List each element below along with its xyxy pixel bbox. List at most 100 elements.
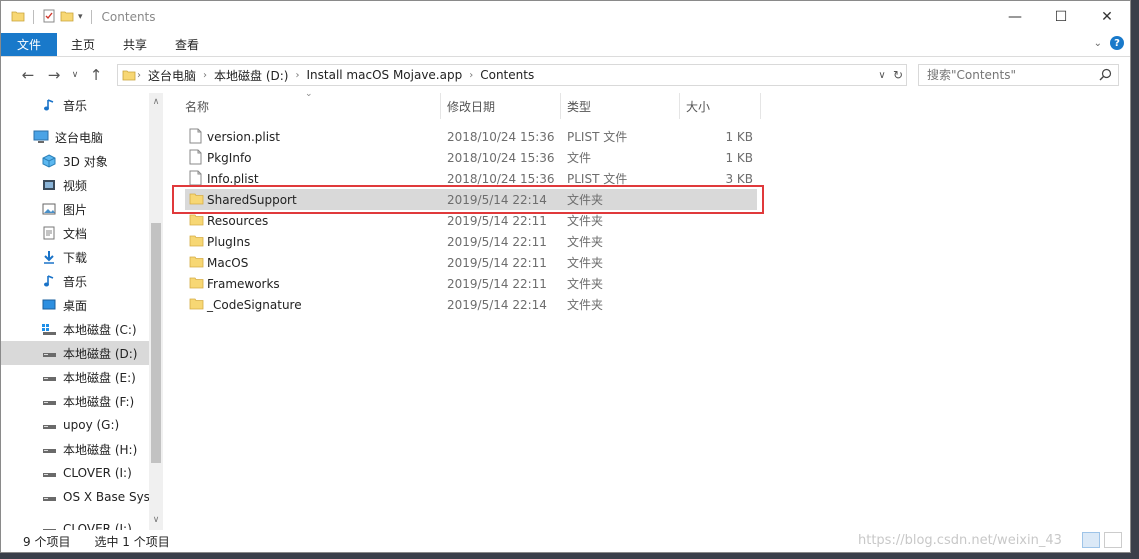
sidebar-item-3d[interactable]: 3D 对象 — [1, 149, 149, 173]
tab-share[interactable]: 共享 — [109, 33, 161, 56]
sidebar-item-item-3[interactable]: 视频 — [1, 173, 149, 197]
help-icon[interactable]: ? — [1110, 36, 1124, 50]
file-type: PLIST 文件 — [567, 130, 628, 144]
scroll-down-icon[interactable]: ∨ — [149, 513, 163, 527]
customize-toolbar-icon[interactable]: ▾ — [78, 12, 83, 22]
maximize-button[interactable]: ☐ — [1038, 1, 1084, 33]
file-date: 2018/10/24 15:36 — [447, 171, 555, 186]
column-divider[interactable] — [760, 93, 761, 119]
cube-icon — [41, 153, 57, 169]
up-icon[interactable]: ↑ — [83, 62, 109, 88]
breadcrumb-drive-d[interactable]: 本地磁盘 (D:) — [208, 67, 294, 84]
file-row[interactable]: Frameworks 2019/5/14 22:11 文件夹 — [185, 273, 757, 294]
sidebar-scrollbar[interactable]: ∧ ∨ — [149, 93, 163, 530]
new-folder-icon[interactable] — [60, 9, 74, 26]
file-type: 文件夹 — [567, 235, 604, 249]
search-input[interactable] — [927, 68, 1097, 82]
back-icon[interactable]: ← — [15, 62, 41, 88]
column-divider[interactable] — [440, 93, 441, 119]
file-row[interactable]: MacOS 2019/5/14 22:11 文件夹 — [185, 252, 757, 273]
folder-icon — [189, 296, 204, 314]
minimize-button[interactable]: — — [992, 1, 1038, 33]
column-header-name[interactable]: 名称 — [185, 93, 209, 119]
file-list: ⌄ 名称 修改日期 类型 大小 version.plist 2018/10/24 … — [171, 89, 1121, 530]
file-type: 文件 — [567, 151, 592, 165]
file-date: 2019/5/14 22:14 — [447, 297, 547, 312]
sidebar-item-c[interactable]: 本地磁盘 (C:) — [1, 317, 149, 341]
sidebar-item-e[interactable]: 本地磁盘 (E:) — [1, 365, 149, 389]
address-bar-controls: ∨ ↻ — [874, 65, 906, 85]
file-name: Info.plist — [207, 171, 259, 186]
address-bar[interactable]: › 这台电脑 › 本地磁盘 (D:) › Install macOS Mojav… — [117, 64, 907, 86]
sidebar-item-f[interactable]: 本地磁盘 (F:) — [1, 389, 149, 413]
selection-count: 选中 1 个项目 — [94, 534, 170, 549]
recent-locations-icon[interactable]: ∨ — [67, 62, 83, 88]
sidebar-item-item-6[interactable]: 下载 — [1, 245, 149, 269]
quick-access-toolbar: ▾ — [1, 9, 96, 26]
file-row[interactable]: _CodeSignature 2019/5/14 22:14 文件夹 — [185, 294, 757, 315]
view-switcher — [1082, 532, 1122, 548]
sidebar-item-label: 音乐 — [63, 98, 88, 113]
sidebar-item-item-0[interactable]: 音乐 — [1, 93, 149, 117]
sidebar-item-h[interactable]: 本地磁盘 (H:) — [1, 437, 149, 461]
file-row[interactable]: version.plist 2018/10/24 15:36 PLIST 文件 1 K… — [185, 126, 757, 147]
title-bar: ▾ Contents — ☐ ✕ — [1, 1, 1130, 33]
item-count: 9 个项目 — [23, 534, 71, 549]
drive-icon — [41, 393, 57, 409]
details-view-icon[interactable] — [1082, 532, 1100, 548]
sidebar-item-label: CLOVER (I:) — [63, 466, 132, 480]
tab-file[interactable]: 文件 — [1, 33, 58, 56]
forward-icon[interactable]: → — [41, 62, 67, 88]
file-size: 1 KB — [725, 129, 753, 144]
tab-view[interactable]: 查看 — [161, 33, 213, 56]
navigation-bar: ← → ∨ ↑ › 这台电脑 › 本地磁盘 (D:) › Install mac… — [1, 59, 1130, 91]
sidebar-item-item-5[interactable]: 文档 — [1, 221, 149, 245]
address-history-icon[interactable]: ∨ — [874, 70, 890, 81]
file-row[interactable]: PkgInfo 2018/10/24 15:36 文件 1 KB — [185, 147, 757, 168]
properties-icon[interactable] — [42, 9, 56, 26]
sidebar-item-label: 3D 对象 — [63, 154, 108, 169]
column-divider[interactable] — [679, 93, 680, 119]
search-icon[interactable] — [1099, 68, 1112, 84]
close-button[interactable]: ✕ — [1084, 1, 1130, 33]
file-name: PkgInfo — [207, 150, 252, 165]
sidebar-item-label: 本地磁盘 (H:) — [63, 442, 138, 457]
window-title: Contents — [101, 10, 156, 24]
scroll-thumb[interactable] — [151, 223, 161, 463]
column-header-date[interactable]: 修改日期 — [447, 93, 495, 119]
sidebar-item-label: 本地磁盘 (F:) — [63, 394, 135, 409]
ribbon-right-controls: ⌄ ? — [1094, 36, 1124, 50]
sidebar-item-upoy-g[interactable]: upoy (G:) — [1, 413, 149, 437]
scroll-up-icon[interactable]: ∧ — [149, 95, 163, 109]
sidebar-item-os-x-base-syste[interactable]: OS X Base Syste — [1, 485, 162, 509]
folder-icon — [189, 233, 204, 251]
large-icons-view-icon[interactable] — [1104, 532, 1122, 548]
sidebar-item-item-7[interactable]: 音乐 — [1, 269, 149, 293]
column-header-size[interactable]: 大小 — [686, 93, 710, 119]
sidebar-item-item-4[interactable]: 图片 — [1, 197, 149, 221]
sidebar-item-label: 视频 — [63, 178, 88, 193]
breadcrumb-this-pc[interactable]: 这台电脑 — [142, 67, 202, 84]
file-name: PlugIns — [207, 234, 251, 249]
sidebar-item-item-1[interactable]: 这台电脑 — [1, 125, 149, 149]
refresh-icon[interactable]: ↻ — [890, 68, 906, 82]
column-header-type[interactable]: 类型 — [567, 93, 591, 119]
column-divider[interactable] — [560, 93, 561, 119]
breadcrumb-app[interactable]: Install macOS Mojave.app — [300, 68, 468, 82]
music-icon — [41, 273, 57, 289]
sidebar-item-label: 这台电脑 — [55, 130, 104, 145]
drive-icon — [41, 345, 57, 361]
sidebar-item-clover-i[interactable]: CLOVER (I:) — [1, 461, 149, 485]
sidebar-item-item-8[interactable]: 桌面 — [1, 293, 149, 317]
file-row[interactable]: PlugIns 2019/5/14 22:11 文件夹 — [185, 231, 757, 252]
tab-home[interactable]: 主页 — [57, 33, 109, 56]
sidebar-item-label: 文档 — [63, 226, 88, 241]
breadcrumb-contents[interactable]: Contents — [474, 68, 540, 82]
sidebar-item-label: 本地磁盘 (E:) — [63, 370, 136, 385]
expand-ribbon-icon[interactable]: ⌄ — [1094, 38, 1102, 49]
file-type: 文件夹 — [567, 256, 604, 270]
sidebar-item-clover-i[interactable]: CLOVER (I:) — [1, 517, 149, 530]
document-icon — [41, 225, 57, 241]
sidebar-item-d[interactable]: 本地磁盘 (D:) — [1, 341, 149, 365]
file-type: 文件夹 — [567, 277, 604, 291]
